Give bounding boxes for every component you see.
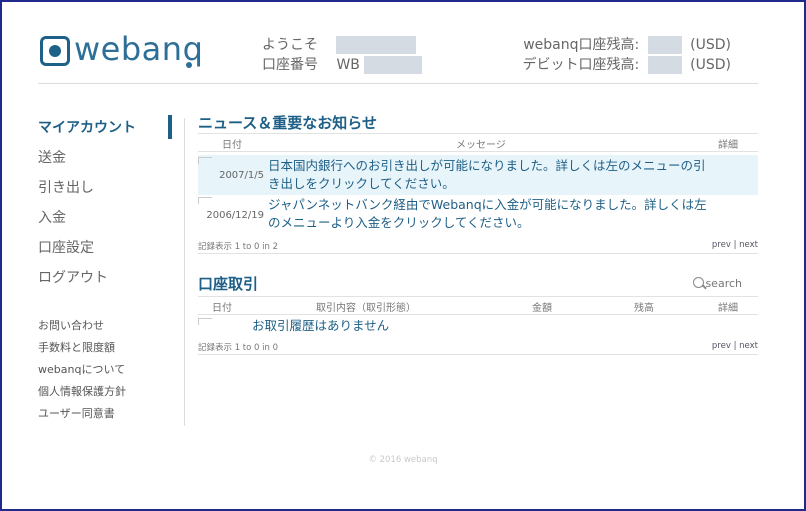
webanq-balance-label: webanq口座残高: bbox=[523, 37, 640, 53]
news-message[interactable]: 日本国内銀行へのお引き出しが可能になりました。詳しくは左のメニューの引き出しをク… bbox=[268, 157, 708, 193]
sidebar-item-deposit[interactable]: 入金 bbox=[38, 208, 184, 238]
search-icon bbox=[693, 277, 705, 288]
sidebar-item-label: マイアカウント bbox=[38, 120, 136, 136]
sidebar-item-label: ログアウト bbox=[38, 270, 108, 286]
search-label: search bbox=[705, 277, 742, 290]
column-header-date: 日付 bbox=[222, 140, 242, 151]
transactions-pager: prev | next bbox=[712, 341, 758, 351]
news-record-info: 記録表示 1 to 0 in 2 bbox=[198, 242, 279, 252]
header-divider bbox=[38, 83, 758, 84]
sublink-user-agreement[interactable]: ユーザー同意書 bbox=[38, 406, 184, 428]
sublink-contact[interactable]: お問い合わせ bbox=[38, 318, 184, 340]
webanq-balance-redacted bbox=[647, 36, 682, 54]
sidebar-divider bbox=[184, 118, 185, 426]
debit-balance-currency: (USD) bbox=[690, 57, 731, 73]
account-number-prefix: WB bbox=[336, 57, 360, 73]
sublink-about[interactable]: webanqについて bbox=[38, 362, 184, 384]
logo-dot bbox=[186, 62, 192, 68]
transactions-header-bar: 口座取引 search bbox=[198, 274, 758, 294]
sublink-fees-limits[interactable]: 手数料と限度額 bbox=[38, 340, 184, 362]
transactions-empty-message: お取引履歴はありません bbox=[252, 318, 390, 333]
transactions-section-title: 口座取引 bbox=[198, 275, 259, 293]
news-date: 2006/12/19 bbox=[206, 210, 264, 221]
sublink-privacy-policy[interactable]: 個人情報保護方針 bbox=[38, 384, 184, 406]
logo-text: webanq bbox=[74, 30, 204, 68]
next-link[interactable]: next bbox=[739, 341, 758, 351]
news-date: 2007/1/5 bbox=[219, 170, 264, 181]
sidebar-item-label: 口座設定 bbox=[38, 240, 94, 256]
webanq-balance-currency: (USD) bbox=[690, 37, 731, 53]
pager-separator: | bbox=[733, 240, 737, 250]
news-table-header: 日付 メッセージ 詳細 bbox=[198, 133, 758, 152]
sidebar-item-transfer[interactable]: 送金 bbox=[38, 148, 184, 178]
balance-block: webanq口座残高: (USD) デビット口座残高: (USD) bbox=[523, 35, 731, 75]
news-pager: prev | next bbox=[712, 240, 758, 250]
row-marker bbox=[198, 157, 212, 164]
username-redacted bbox=[336, 36, 417, 54]
prev-link[interactable]: prev bbox=[712, 341, 731, 351]
column-header-description: 取引内容（取引形態） bbox=[316, 303, 416, 314]
copyright: © 2016 webanq bbox=[368, 455, 438, 465]
next-link[interactable]: next bbox=[739, 240, 758, 250]
column-header-details: 詳細 bbox=[718, 140, 738, 151]
welcome-label: ようこそ bbox=[262, 37, 318, 53]
transactions-pagination: 記録表示 1 to 0 in 0 prev | next bbox=[198, 338, 758, 355]
welcome-block: ようこそ 口座番号 WB bbox=[262, 35, 423, 75]
prev-link[interactable]: prev bbox=[712, 240, 731, 250]
active-indicator bbox=[168, 115, 172, 139]
news-section-title: ニュース＆重要なお知らせ bbox=[198, 114, 377, 132]
sidebar: マイアカウント 送金 引き出し 入金 口座設定 ログアウト お問い合わせ 手数料… bbox=[38, 115, 184, 428]
account-number-label: 口座番号 bbox=[262, 57, 318, 73]
debit-balance-redacted bbox=[647, 56, 682, 74]
column-header-date: 日付 bbox=[212, 303, 232, 314]
transactions-search[interactable]: search bbox=[693, 277, 742, 290]
webanq-logo[interactable]: webanq bbox=[40, 30, 203, 76]
transactions-empty-row: お取引履歴はありません bbox=[198, 316, 758, 338]
column-header-amount: 金額 bbox=[532, 303, 552, 314]
main-content: ニュース＆重要なお知らせ 日付 メッセージ 詳細 2007/1/5 日本国内銀行… bbox=[198, 113, 758, 355]
column-header-message: メッセージ bbox=[456, 140, 506, 151]
pager-separator: | bbox=[733, 341, 737, 351]
sidebar-item-label: 引き出し bbox=[38, 180, 94, 196]
news-row[interactable]: 2007/1/5 日本国内銀行へのお引き出しが可能になりました。詳しくは左のメニ… bbox=[198, 155, 758, 195]
row-marker bbox=[198, 197, 212, 204]
debit-balance-label: デビット口座残高: bbox=[522, 57, 640, 73]
sidebar-item-label: 入金 bbox=[38, 210, 66, 226]
news-row[interactable]: 2006/12/19 ジャパンネットバンク経由でWebanqに入金が可能になりま… bbox=[198, 195, 758, 235]
sidebar-item-my-account[interactable]: マイアカウント bbox=[38, 115, 184, 148]
sidebar-item-withdraw[interactable]: 引き出し bbox=[38, 178, 184, 208]
sidebar-item-logout[interactable]: ログアウト bbox=[38, 268, 184, 298]
news-pagination: 記録表示 1 to 0 in 2 prev | next bbox=[198, 237, 758, 254]
sidebar-item-label: 送金 bbox=[38, 150, 66, 166]
row-marker bbox=[198, 318, 212, 325]
sidebar-sublinks: お問い合わせ 手数料と限度額 webanqについて 個人情報保護方針 ユーザー同… bbox=[38, 318, 184, 428]
news-message[interactable]: ジャパンネットバンク経由でWebanqに入金が可能になりました。詳しくは左のメニ… bbox=[268, 196, 708, 232]
column-header-balance: 残高 bbox=[634, 303, 654, 314]
transactions-table-header: 日付 取引内容（取引形態） 金額 残高 詳細 bbox=[198, 296, 758, 315]
transactions-record-info: 記録表示 1 to 0 in 0 bbox=[198, 343, 279, 353]
column-header-details: 詳細 bbox=[718, 303, 738, 314]
sidebar-item-account-settings[interactable]: 口座設定 bbox=[38, 238, 184, 268]
account-number-redacted bbox=[364, 56, 423, 74]
logo-mark-icon bbox=[40, 36, 70, 66]
